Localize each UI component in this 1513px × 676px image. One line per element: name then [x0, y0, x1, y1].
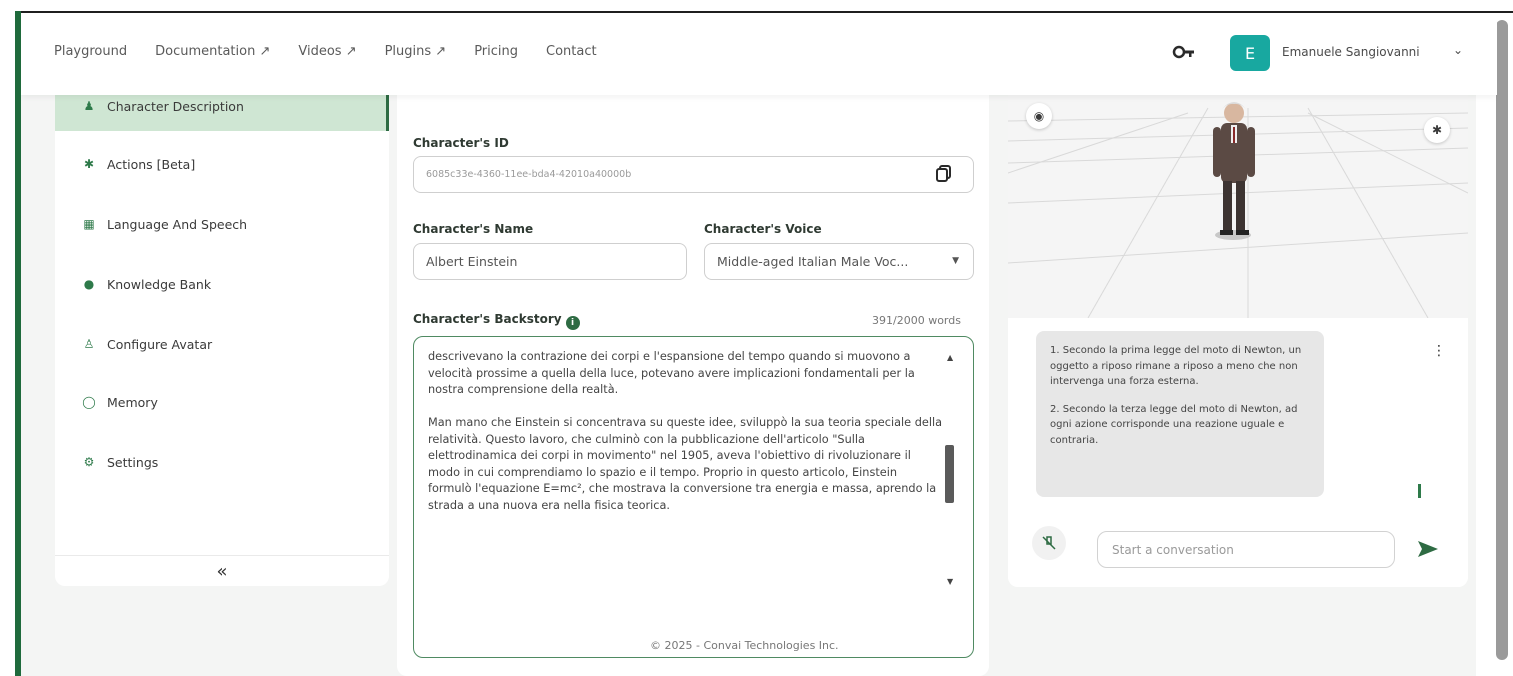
nav-link-playground[interactable]: Playground [54, 44, 127, 59]
sidebar-collapse-button[interactable]: « [55, 555, 389, 586]
lightbulb-icon: ● [83, 277, 95, 291]
backstory-paragraph: descrivevano la contrazione dei corpi e … [428, 350, 915, 396]
top-navigation: Playground Documentation ↗ Videos ↗ Plug… [21, 13, 1497, 95]
caret-down-icon: ▼ [952, 256, 959, 266]
sidebar-item-label: Character Description [107, 98, 244, 114]
backstory-scrollbar-thumb[interactable] [945, 445, 954, 503]
chat-message: 2. Secondo la terza legge del moto di Ne… [1050, 403, 1298, 446]
eye-icon[interactable]: ◉ [1026, 103, 1052, 129]
nav-link-pricing[interactable]: Pricing [474, 44, 518, 59]
character-voice-value: Middle-aged Italian Male Voc... [717, 254, 909, 269]
avatar-icon: ♙ [83, 337, 95, 351]
walking-person-icon[interactable]: ✱ [1424, 117, 1450, 143]
character-backstory-label: Character's Backstory i [413, 312, 580, 330]
user-name[interactable]: Emanuele Sangiovanni [1282, 45, 1420, 59]
sidebar-item-label: Knowledge Bank [107, 276, 212, 292]
sidebar-item-label: Memory [107, 394, 158, 410]
chevron-down-icon[interactable]: ⌄ [1453, 43, 1463, 57]
sidebar-item-label: Language And Speech [107, 216, 248, 232]
sidebar: ♟ Character Description ✱ Actions [Beta]… [55, 81, 389, 586]
sidebar-item-language-and-speech[interactable]: ▦ Language And Speech [55, 199, 389, 249]
running-icon: ✱ [83, 157, 95, 171]
backstory-word-count: 391/2000 words [872, 314, 961, 327]
backstory-label-text: Character's Backstory [413, 312, 562, 326]
sidebar-item-label: Settings [107, 454, 159, 470]
page-scrollbar-thumb[interactable] [1496, 20, 1508, 660]
character-form-panel: Character's ID 6085c33e-4360-11ee-bda4-4… [397, 58, 989, 676]
nav-link-videos[interactable]: Videos ↗ [298, 44, 356, 59]
sidebar-item-settings[interactable]: ⚙ Settings [55, 437, 389, 487]
chat-message: 1. Secondo la prima legge del moto di Ne… [1050, 345, 1302, 387]
person-icon: ♟ [83, 99, 95, 113]
user-avatar[interactable]: E [1230, 35, 1270, 71]
chat-area: 1. Secondo la prima legge del moto di Ne… [1008, 321, 1468, 587]
app-container: Playground Documentation ↗ Videos ↗ Plug… [21, 13, 1497, 676]
backstory-paragraph: Man mano che Einstein si concentrava su … [428, 416, 943, 512]
sidebar-item-configure-avatar[interactable]: ♙ Configure Avatar [55, 319, 389, 369]
copyright-text: © 2025 - Convai Technologies Inc. [650, 639, 839, 652]
backstory-textarea[interactable]: descrivevano la contrazione dei corpi e … [413, 336, 974, 658]
scroll-down-arrow-icon[interactable]: ▼ [947, 577, 953, 586]
key-icon[interactable] [1172, 43, 1196, 61]
chat-scroll-indicator [1418, 484, 1421, 498]
scroll-up-arrow-icon[interactable]: ▲ [947, 353, 953, 362]
character-voice-select[interactable]: Middle-aged Italian Male Voc... ▼ [704, 243, 974, 280]
sidebar-item-knowledge-bank[interactable]: ● Knowledge Bank [55, 259, 389, 309]
nav-link-contact[interactable]: Contact [546, 44, 597, 59]
avatar-preview-panel: ◉ ✱ 1. Secondo la prima legge del moto d… [1008, 53, 1468, 587]
chat-input[interactable]: Start a conversation [1097, 531, 1395, 568]
nav-links: Playground Documentation ↗ Videos ↗ Plug… [54, 44, 625, 59]
character-name-label: Character's Name [413, 222, 534, 236]
character-id-value: 6085c33e-4360-11ee-bda4-42010a40000b [426, 169, 632, 180]
sidebar-item-label: Actions [Beta] [107, 156, 196, 172]
send-icon[interactable] [1416, 537, 1440, 561]
info-icon[interactable]: i [565, 316, 580, 330]
sidebar-item-actions[interactable]: ✱ Actions [Beta] [55, 139, 389, 189]
sidebar-item-label: Configure Avatar [107, 336, 213, 352]
character-voice-label: Character's Voice [704, 222, 822, 236]
character-name-input[interactable]: Albert Einstein [413, 243, 687, 280]
more-options-icon[interactable]: ⋮ [1432, 343, 1446, 359]
mute-mic-icon[interactable] [1032, 526, 1066, 560]
nav-link-documentation[interactable]: Documentation ↗ [155, 44, 270, 59]
memory-icon: ◯ [82, 395, 96, 409]
sidebar-item-memory[interactable]: ◯ Memory [55, 377, 389, 427]
chat-input-placeholder: Start a conversation [1112, 542, 1234, 557]
language-icon: ▦ [83, 217, 95, 231]
backstory-content: descrivevano la contrazione dei corpi e … [428, 349, 944, 531]
chat-message-bubble: 1. Secondo la prima legge del moto di Ne… [1036, 331, 1324, 497]
copy-icon[interactable] [935, 164, 953, 182]
window-top-frame [0, 0, 1513, 11]
gear-icon: ⚙ [83, 455, 95, 469]
nav-link-plugins[interactable]: Plugins ↗ [385, 44, 447, 59]
character-id-field[interactable]: 6085c33e-4360-11ee-bda4-42010a40000b [413, 156, 974, 193]
character-id-label: Character's ID [413, 136, 509, 150]
character-name-value: Albert Einstein [426, 254, 518, 269]
